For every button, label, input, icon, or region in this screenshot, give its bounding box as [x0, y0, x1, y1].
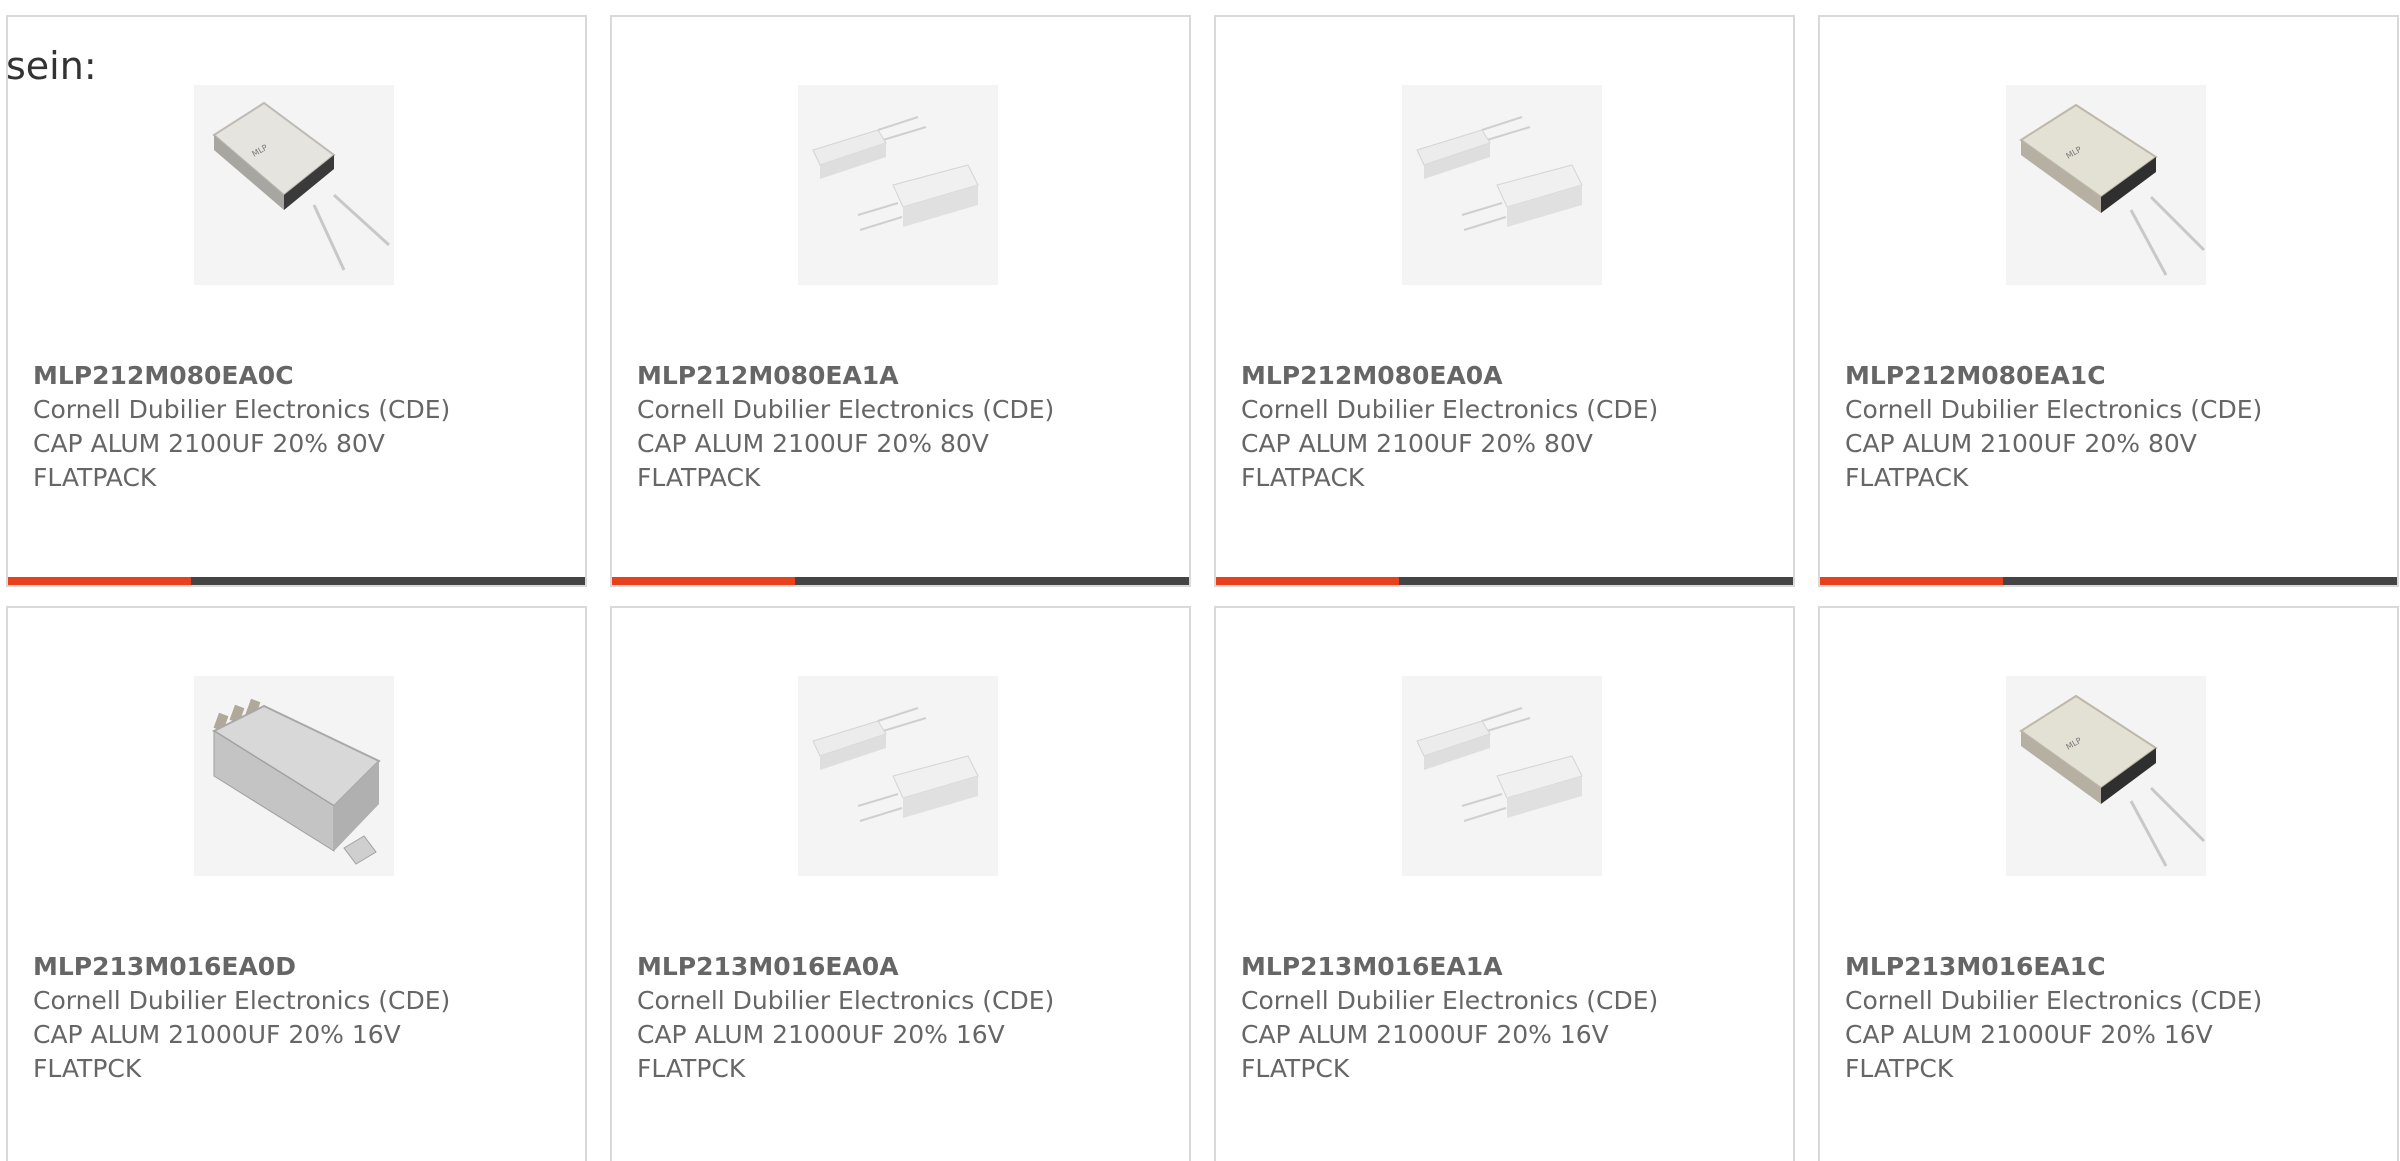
flatpack-capacitor-single-icon: MLP	[194, 85, 394, 285]
flatpack-capacitor-pair-icon	[1402, 676, 1602, 876]
product-description-cont: FLATPCK	[1241, 1054, 1350, 1083]
product-description-cont: FLATPCK	[1845, 1054, 1954, 1083]
product-description: CAP ALUM 2100UF 20% 80V	[33, 429, 385, 458]
product-description-cont: FLATPCK	[33, 1054, 142, 1083]
product-info: MLP213M016EA0D Cornell Dubilier Electron…	[33, 950, 563, 1086]
product-description: CAP ALUM 21000UF 20% 16V	[637, 1020, 1005, 1049]
part-number[interactable]: MLP212M080EA1C	[1845, 359, 2375, 393]
product-info: MLP213M016EA1A Cornell Dubilier Electron…	[1241, 950, 1771, 1086]
part-number[interactable]: MLP213M016EA1C	[1845, 950, 2375, 984]
card-progress-bar	[1216, 577, 1793, 585]
product-card[interactable]: MLP213M016EA0A Cornell Dubilier Electron…	[610, 606, 1191, 1161]
flatpack-capacitor-tab-icon	[194, 676, 394, 876]
product-description-cont: FLATPCK	[637, 1054, 746, 1083]
part-number[interactable]: MLP212M080EA0A	[1241, 359, 1771, 393]
product-info: MLP212M080EA0A Cornell Dubilier Electron…	[1241, 359, 1771, 495]
product-description: CAP ALUM 2100UF 20% 80V	[1241, 429, 1593, 458]
card-progress-bar	[612, 577, 1189, 585]
product-card[interactable]: MLP MLP212M080EA1C Cornell Dubilier Elec…	[1818, 15, 2399, 587]
part-number[interactable]: MLP213M016EA1A	[1241, 950, 1771, 984]
product-info: MLP212M080EA1C Cornell Dubilier Electron…	[1845, 359, 2375, 495]
product-description: CAP ALUM 21000UF 20% 16V	[33, 1020, 401, 1049]
flatpack-capacitor-single-icon: MLP	[2006, 676, 2206, 876]
manufacturer-name: Cornell Dubilier Electronics (CDE)	[33, 986, 451, 1015]
manufacturer-name: Cornell Dubilier Electronics (CDE)	[1845, 395, 2263, 424]
product-info: MLP212M080EA1A Cornell Dubilier Electron…	[637, 359, 1167, 495]
product-card[interactable]: MLP213M016EA0D Cornell Dubilier Electron…	[6, 606, 587, 1161]
part-number[interactable]: MLP212M080EA0C	[33, 359, 563, 393]
product-description-cont: FLATPACK	[1241, 463, 1365, 492]
product-card[interactable]: MLP MLP212M080EA0C Cornell Dubilier Elec…	[6, 15, 587, 587]
product-card[interactable]: MLP MLP213M016EA1C Cornell Dubilier Elec…	[1818, 606, 2399, 1161]
flatpack-capacitor-pair-icon	[798, 85, 998, 285]
manufacturer-name: Cornell Dubilier Electronics (CDE)	[1241, 986, 1659, 1015]
part-number[interactable]: MLP213M016EA0A	[637, 950, 1167, 984]
product-description: CAP ALUM 2100UF 20% 80V	[1845, 429, 2197, 458]
prefix-text: sein:	[6, 44, 97, 88]
product-card[interactable]: MLP213M016EA1A Cornell Dubilier Electron…	[1214, 606, 1795, 1161]
manufacturer-name: Cornell Dubilier Electronics (CDE)	[1845, 986, 2263, 1015]
product-description: CAP ALUM 2100UF 20% 80V	[637, 429, 989, 458]
product-card[interactable]: MLP212M080EA1A Cornell Dubilier Electron…	[610, 15, 1191, 587]
card-progress-bar	[1820, 577, 2397, 585]
manufacturer-name: Cornell Dubilier Electronics (CDE)	[1241, 395, 1659, 424]
product-description: CAP ALUM 21000UF 20% 16V	[1241, 1020, 1609, 1049]
flatpack-capacitor-single-icon: MLP	[2006, 85, 2206, 285]
part-number[interactable]: MLP212M080EA1A	[637, 359, 1167, 393]
product-info: MLP212M080EA0C Cornell Dubilier Electron…	[33, 359, 563, 495]
card-progress-bar	[8, 577, 585, 585]
manufacturer-name: Cornell Dubilier Electronics (CDE)	[33, 395, 451, 424]
manufacturer-name: Cornell Dubilier Electronics (CDE)	[637, 986, 1055, 1015]
product-grid-page: sein: MLP MLP212M080EA0C Cornell Dubilie…	[0, 0, 2400, 1161]
part-number[interactable]: MLP213M016EA0D	[33, 950, 563, 984]
product-info: MLP213M016EA1C Cornell Dubilier Electron…	[1845, 950, 2375, 1086]
product-info: MLP213M016EA0A Cornell Dubilier Electron…	[637, 950, 1167, 1086]
manufacturer-name: Cornell Dubilier Electronics (CDE)	[637, 395, 1055, 424]
flatpack-capacitor-pair-icon	[798, 676, 998, 876]
flatpack-capacitor-pair-icon	[1402, 85, 1602, 285]
product-description-cont: FLATPACK	[1845, 463, 1969, 492]
product-description: CAP ALUM 21000UF 20% 16V	[1845, 1020, 2213, 1049]
product-description-cont: FLATPACK	[33, 463, 157, 492]
product-description-cont: FLATPACK	[637, 463, 761, 492]
product-card[interactable]: MLP212M080EA0A Cornell Dubilier Electron…	[1214, 15, 1795, 587]
